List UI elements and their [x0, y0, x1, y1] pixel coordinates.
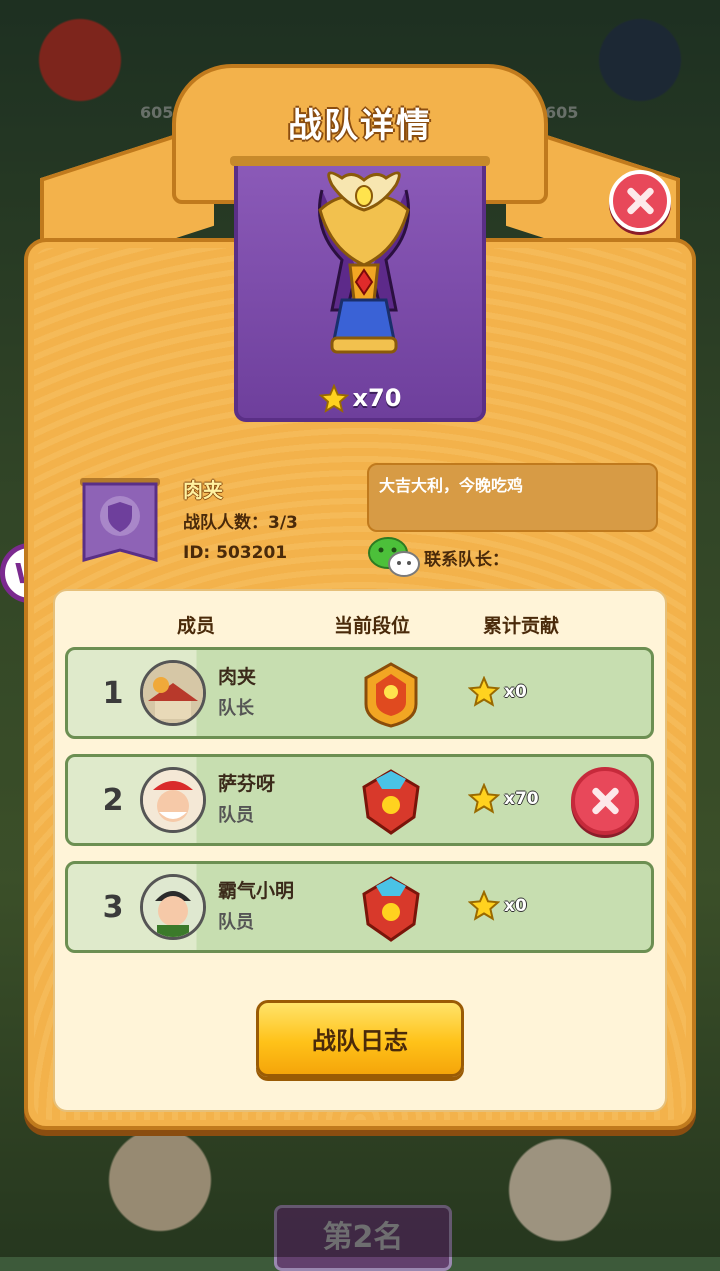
team-log-button[interactable]: 战队日志: [256, 1000, 464, 1077]
contribution-value: x0: [504, 896, 527, 916]
avatar[interactable]: [140, 767, 206, 833]
close-icon: [625, 186, 655, 216]
team-id: ID: 503201: [183, 543, 288, 563]
contact-captain-label: 联系队长：: [424, 549, 509, 570]
row-rank: 3: [102, 890, 124, 925]
team-member-count: 战队人数：3/3: [183, 513, 298, 533]
table-row[interactable]: 1 肉夹 队长 x0: [65, 647, 654, 739]
member-contribution: x70: [468, 783, 539, 815]
page-title: 战队详情: [288, 106, 432, 146]
header-contribution: 累计贡献: [483, 615, 560, 637]
rank-badge-icon: [364, 662, 418, 728]
team-motto: 大吉大利，今晚吃鸡: [367, 463, 658, 532]
banner-star-count: x70: [238, 384, 482, 414]
rank-badge-icon: [362, 876, 420, 942]
close-button[interactable]: [609, 170, 671, 232]
header-rank: 当前段位: [334, 615, 411, 637]
member-role: 队员: [218, 805, 254, 826]
close-icon: [590, 786, 620, 816]
member-contribution: x0: [468, 890, 527, 922]
contribution-value: x70: [504, 789, 539, 809]
contact-captain[interactable]: 联系队长：: [368, 537, 509, 577]
member-role: 队长: [218, 698, 254, 719]
avatar[interactable]: [140, 874, 206, 940]
star-icon: [468, 783, 500, 814]
member-role: 队员: [218, 912, 254, 933]
member-name: 萨芬呀: [218, 773, 276, 795]
table-row[interactable]: 2 萨芬呀 队员 x70: [65, 754, 654, 846]
wechat-icon[interactable]: [368, 536, 420, 578]
member-name: 霸气小明: [218, 880, 295, 902]
contribution-value: x0: [504, 682, 527, 702]
trophy-icon: [318, 171, 410, 354]
avatar[interactable]: [140, 660, 206, 726]
row-rank: 2: [102, 783, 124, 818]
table-row[interactable]: 3 霸气小明 队员 x0: [65, 861, 654, 953]
member-name: 肉夹: [218, 666, 257, 688]
star-icon: [468, 676, 500, 707]
team-name: 肉夹: [183, 478, 223, 502]
star-icon: [318, 384, 349, 413]
banner-star-count-text: x70: [352, 384, 402, 412]
rank-badge-icon: [362, 769, 420, 835]
team-flag-icon: [80, 478, 160, 562]
remove-member-button[interactable]: [571, 767, 639, 835]
star-icon: [468, 890, 500, 921]
trophy-banner: x70: [230, 156, 490, 422]
header-member: 成员: [177, 615, 216, 637]
member-contribution: x0: [468, 676, 527, 708]
row-rank: 1: [102, 676, 124, 711]
